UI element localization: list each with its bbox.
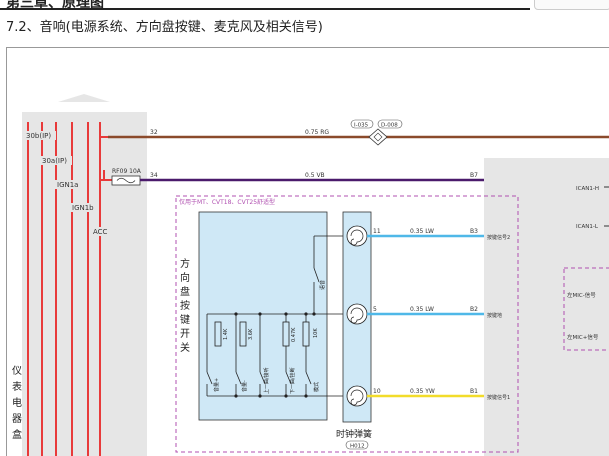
button-vol-down: 音量-	[241, 380, 248, 392]
can-h-label: ICAN1-H	[576, 186, 599, 192]
svg-text:向: 向	[180, 271, 190, 284]
wire-lw-2: 0.35 LW	[410, 306, 434, 313]
svg-text:按: 按	[180, 299, 190, 312]
variant-note: 仅用于MT、CVT18、CVT25舒适型	[179, 198, 275, 206]
resistor-1-label: 1.4K	[223, 328, 229, 340]
connector-a: I-035	[354, 123, 369, 129]
mic-plus-label: 左MIC+信号	[567, 333, 599, 341]
svg-text:键: 键	[180, 313, 190, 326]
resistor-2	[239, 321, 247, 347]
pin-b2: B2	[470, 306, 478, 313]
pin-11: 11	[373, 228, 381, 235]
svg-text:器: 器	[12, 413, 22, 425]
button-call: 语音	[319, 280, 326, 290]
resistor-4	[302, 321, 310, 347]
svg-text:电: 电	[12, 396, 22, 409]
resistor-4-label: 10K	[313, 328, 319, 338]
button-next: 下一曲/挂断	[289, 367, 296, 394]
up-arrow-icon	[58, 94, 110, 102]
pin-b1: B1	[470, 388, 478, 395]
pin-b3: B3	[470, 228, 478, 235]
wire-yw: 0.35 YW	[410, 388, 435, 395]
svg-text:仪: 仪	[12, 365, 22, 377]
electrical-box-label: 仪 表 电 器 盒	[12, 365, 22, 441]
resistor-1	[214, 321, 222, 347]
signal-2-label: 按键信号2	[487, 234, 510, 241]
signal-1-label: 按键信号1	[487, 394, 510, 401]
fuse-label: RF09 10A	[112, 168, 142, 175]
resistor-3	[282, 321, 290, 347]
button-vol-up: 音量+	[213, 378, 220, 392]
clock-spring-code: H012	[350, 444, 365, 450]
connector-diamond	[368, 128, 388, 146]
mic-minus-label: 左MIC-信号	[567, 291, 596, 299]
button-mode: 模式	[313, 382, 320, 392]
svg-text:方: 方	[180, 257, 190, 270]
svg-text:盘: 盘	[180, 285, 190, 298]
pin-5: 5	[373, 306, 377, 313]
button-prev: 上一曲/接听	[263, 367, 270, 394]
pin-32: 32	[150, 129, 158, 136]
label-30b: 30b(IP)	[26, 132, 51, 140]
connector-b: D-008	[381, 123, 398, 129]
can-l-label: ICAN1-L	[576, 224, 599, 230]
switch-label: 方 向 盘 按 键 开 关	[180, 257, 190, 354]
label-ign1b: IGN1b	[72, 204, 94, 212]
wire-vb-label: 0.5 VB	[305, 172, 325, 179]
resistor-3-label: 0.47K	[291, 327, 297, 342]
pin-b7: B7	[470, 172, 478, 179]
audio-unit	[484, 158, 609, 456]
svg-text:盒: 盒	[12, 428, 22, 441]
label-acc: ACC	[93, 228, 108, 236]
svg-text:表: 表	[12, 380, 22, 393]
resistor-2-label: 3.6K	[248, 328, 254, 340]
wire-rg-label: 0.75 RG	[305, 129, 329, 136]
pin-34: 34	[150, 172, 158, 179]
svg-text:关: 关	[180, 341, 190, 354]
label-ign1a: IGN1a	[57, 181, 78, 189]
pin-10: 10	[373, 388, 381, 395]
signal-ground-label: 按键地	[487, 312, 502, 319]
label-30a: 30a(IP)	[42, 157, 67, 165]
wiring-diagram: 30b(IP) 30a(IP) IGN1a IGN1b ACC 仪 表 电 器 …	[12, 94, 609, 456]
svg-text:开: 开	[180, 329, 190, 340]
clock-spring-label: 时钟弹簧	[336, 428, 372, 440]
wire-lw-1: 0.35 LW	[410, 228, 434, 235]
